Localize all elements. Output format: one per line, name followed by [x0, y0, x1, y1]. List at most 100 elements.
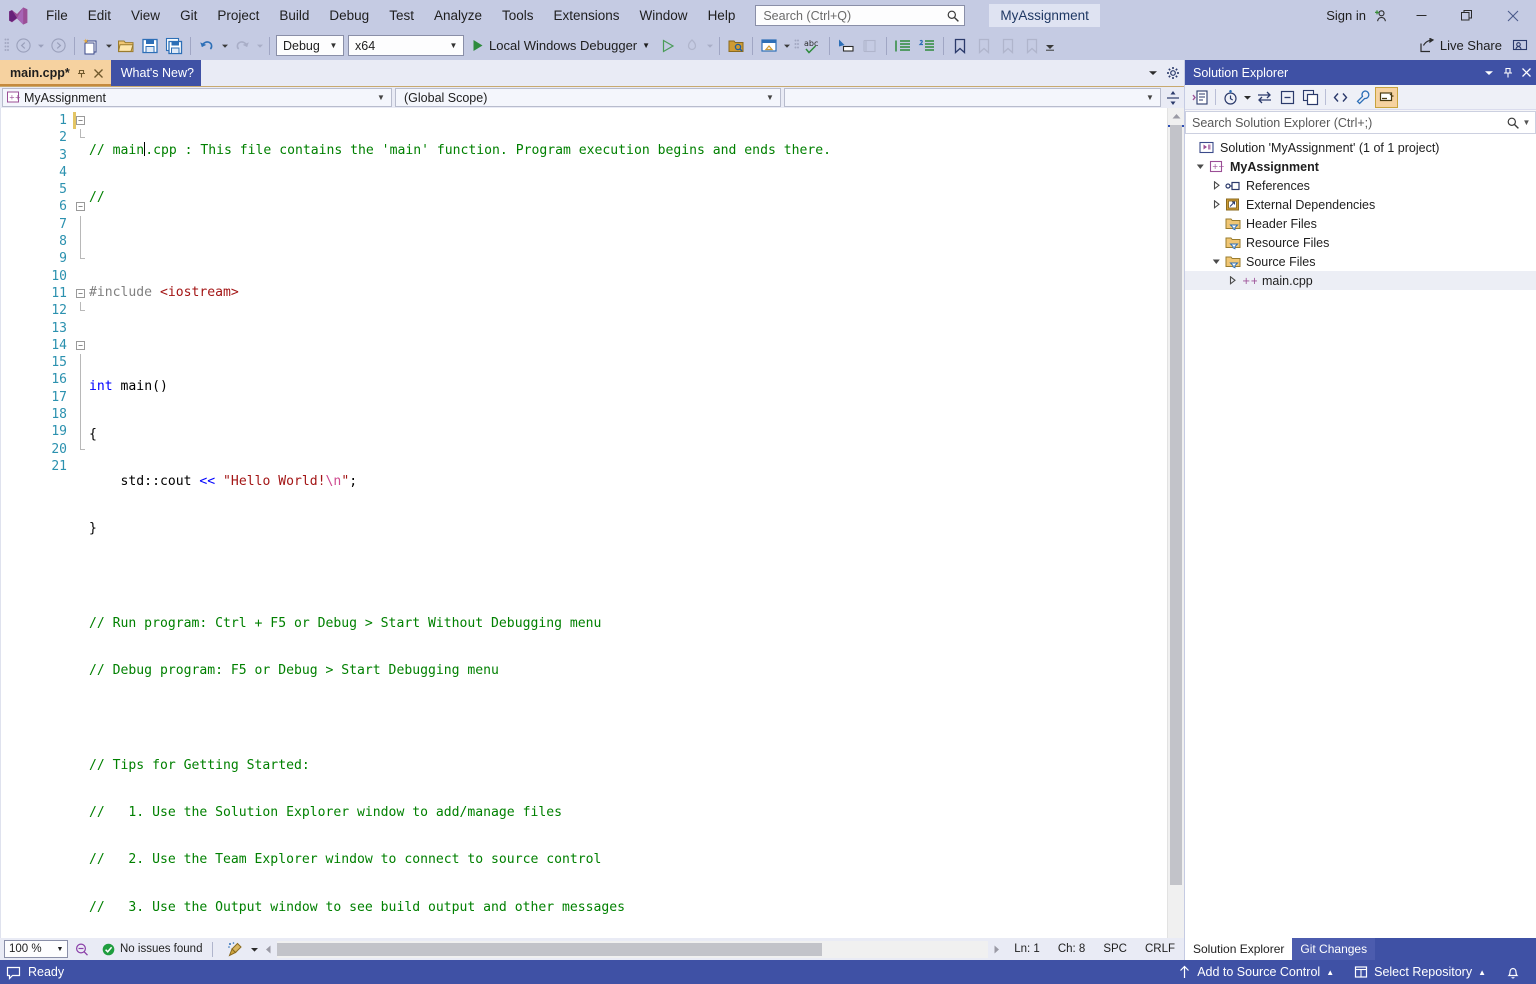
tree-item-resource-files[interactable]: Resource Files [1185, 233, 1536, 252]
scrollbar-track[interactable] [1168, 125, 1184, 938]
pending-changes-icon[interactable] [1219, 87, 1242, 108]
add-to-source-control-button[interactable]: Add to Source Control ▲ [1168, 960, 1344, 984]
search-input[interactable]: Search (Ctrl+Q) [755, 5, 965, 26]
solution-explorer-search-input[interactable]: Search Solution Explorer (Ctrl+;) ▼ [1185, 111, 1536, 134]
menu-item-build[interactable]: Build [269, 0, 319, 31]
start-debugging-button[interactable]: Local Windows Debugger ▼ [466, 34, 656, 58]
tree-item-external-dependencies[interactable]: External Dependencies [1185, 195, 1536, 214]
pin-panel-icon[interactable] [1498, 60, 1517, 85]
collapse-all-icon[interactable] [1276, 87, 1299, 108]
new-project-dropdown-icon[interactable] [103, 42, 114, 50]
expander-open-icon[interactable] [1193, 162, 1207, 171]
surround-with-icon[interactable] [858, 34, 882, 58]
toolbar-grip[interactable] [792, 37, 801, 55]
editor-vertical-scrollbar[interactable] [1167, 108, 1184, 938]
next-bookmark-icon[interactable] [996, 34, 1020, 58]
redo-dropdown-icon[interactable] [254, 42, 265, 50]
scroll-left-icon[interactable] [260, 941, 277, 958]
solution-configuration-combo[interactable]: Debug ▼ [276, 35, 344, 56]
pin-tab-icon[interactable] [76, 68, 87, 79]
editor-settings-gear-icon[interactable] [1164, 62, 1182, 84]
editor-horizontal-scrollbar[interactable] [260, 941, 1005, 958]
navigate-forward-icon[interactable] [46, 34, 70, 58]
tab-main-cpp[interactable]: main.cpp* [0, 60, 111, 86]
collapse-region-icon[interactable]: − [76, 116, 85, 125]
menu-item-analyze[interactable]: Analyze [424, 0, 492, 31]
h-scrollbar-track[interactable] [277, 941, 988, 958]
tab-whats-new[interactable]: What's New? [111, 60, 201, 86]
pending-changes-dropdown-icon[interactable] [1242, 93, 1253, 102]
notifications-button[interactable] [1496, 960, 1530, 984]
collapse-region-icon[interactable]: − [76, 289, 85, 298]
scroll-up-icon[interactable] [1168, 108, 1184, 125]
toggle-bookmark-icon[interactable] [948, 34, 972, 58]
search-options-dropdown-icon[interactable]: ▼ [1520, 118, 1533, 127]
tree-item-references[interactable]: References [1185, 176, 1536, 195]
navigate-backward-icon[interactable] [11, 34, 35, 58]
hot-reload-icon[interactable] [680, 34, 704, 58]
panel-tab-git-changes[interactable]: Git Changes [1292, 938, 1375, 960]
menu-item-help[interactable]: Help [698, 0, 746, 31]
insert-snippet-icon[interactable] [834, 34, 858, 58]
show-all-files-icon[interactable] [1299, 87, 1322, 108]
live-share-button[interactable]: Live Share [1413, 34, 1508, 58]
save-all-icon[interactable] [162, 34, 186, 58]
active-project-chip[interactable]: MyAssignment [989, 4, 1100, 27]
outlining-margin[interactable]: − − − − [73, 108, 89, 938]
select-repository-button[interactable]: Select Repository ▲ [1344, 960, 1496, 984]
split-editor-button[interactable] [1162, 87, 1184, 108]
close-tab-icon[interactable] [93, 68, 104, 79]
code-analysis-icon[interactable] [68, 942, 94, 957]
issues-status[interactable]: No issues found [94, 943, 202, 956]
menu-item-view[interactable]: View [121, 0, 170, 31]
active-files-dropdown-icon[interactable] [1144, 62, 1162, 84]
undo-dropdown-icon[interactable] [219, 42, 230, 50]
menu-item-extensions[interactable]: Extensions [544, 0, 630, 31]
expander-closed-icon[interactable] [1209, 200, 1223, 209]
line-ending-indicator[interactable]: CRLF [1136, 943, 1184, 955]
tree-item-header-files[interactable]: Header Files [1185, 214, 1536, 233]
expander-closed-icon[interactable] [1209, 181, 1223, 190]
panel-dropdown-icon[interactable] [1479, 60, 1498, 85]
preview-selected-items-icon[interactable] [1375, 87, 1398, 108]
preview-window-icon[interactable] [757, 34, 781, 58]
solution-tree[interactable]: Solution 'MyAssignment' (1 of 1 project)… [1185, 134, 1536, 938]
start-without-debugging-icon[interactable] [656, 34, 680, 58]
code-text[interactable]: // main.cpp : This file contains the 'ma… [89, 108, 1167, 938]
undo-icon[interactable] [195, 34, 219, 58]
open-file-icon[interactable] [114, 34, 138, 58]
scrollbar-thumb[interactable] [1170, 125, 1182, 885]
indentation-indicator[interactable]: SPC [1094, 943, 1136, 955]
collapse-region-icon[interactable]: − [76, 341, 85, 350]
clear-bookmarks-icon[interactable] [1020, 34, 1044, 58]
uncomment-lines-icon[interactable] [915, 34, 939, 58]
preview-window-dropdown-icon[interactable] [781, 42, 792, 50]
toolbar-grip[interactable] [2, 37, 11, 55]
navbar-scope-combo[interactable]: (Global Scope) ▼ [395, 88, 781, 107]
navigate-backward-dropdown-icon[interactable] [35, 42, 46, 50]
navbar-member-combo[interactable]: ▼ [784, 88, 1161, 107]
close-panel-icon[interactable] [1517, 60, 1536, 85]
sync-with-active-doc-icon[interactable] [1253, 87, 1276, 108]
comment-lines-icon[interactable] [891, 34, 915, 58]
menu-item-tools[interactable]: Tools [492, 0, 544, 31]
expander-open-icon[interactable] [1209, 257, 1223, 266]
new-project-icon[interactable] [79, 34, 103, 58]
tree-item-source-files[interactable]: Source Files [1185, 252, 1536, 271]
maximize-restore-button[interactable] [1444, 0, 1490, 31]
panel-tab-solution-explorer[interactable]: Solution Explorer [1185, 938, 1292, 960]
menu-item-window[interactable]: Window [630, 0, 698, 31]
code-cleanup-dropdown-icon[interactable] [249, 945, 260, 954]
menu-item-project[interactable]: Project [207, 0, 269, 31]
code-editor[interactable]: 1 2 3 4 5 6 7 8 9 10 11 12 13 14 [0, 108, 1184, 938]
tree-item-solution[interactable]: Solution 'MyAssignment' (1 of 1 project) [1185, 138, 1536, 157]
tree-item-main-cpp[interactable]: ++ main.cpp [1185, 271, 1536, 290]
select-resource-icon[interactable] [724, 34, 748, 58]
feedback-icon[interactable] [1508, 34, 1532, 58]
expander-closed-icon[interactable] [1225, 276, 1239, 285]
menu-item-git[interactable]: Git [170, 0, 207, 31]
scroll-right-icon[interactable] [988, 941, 1005, 958]
minimize-button[interactable] [1398, 0, 1444, 31]
close-button[interactable] [1490, 0, 1536, 31]
code-cleanup-icon[interactable] [223, 942, 249, 957]
